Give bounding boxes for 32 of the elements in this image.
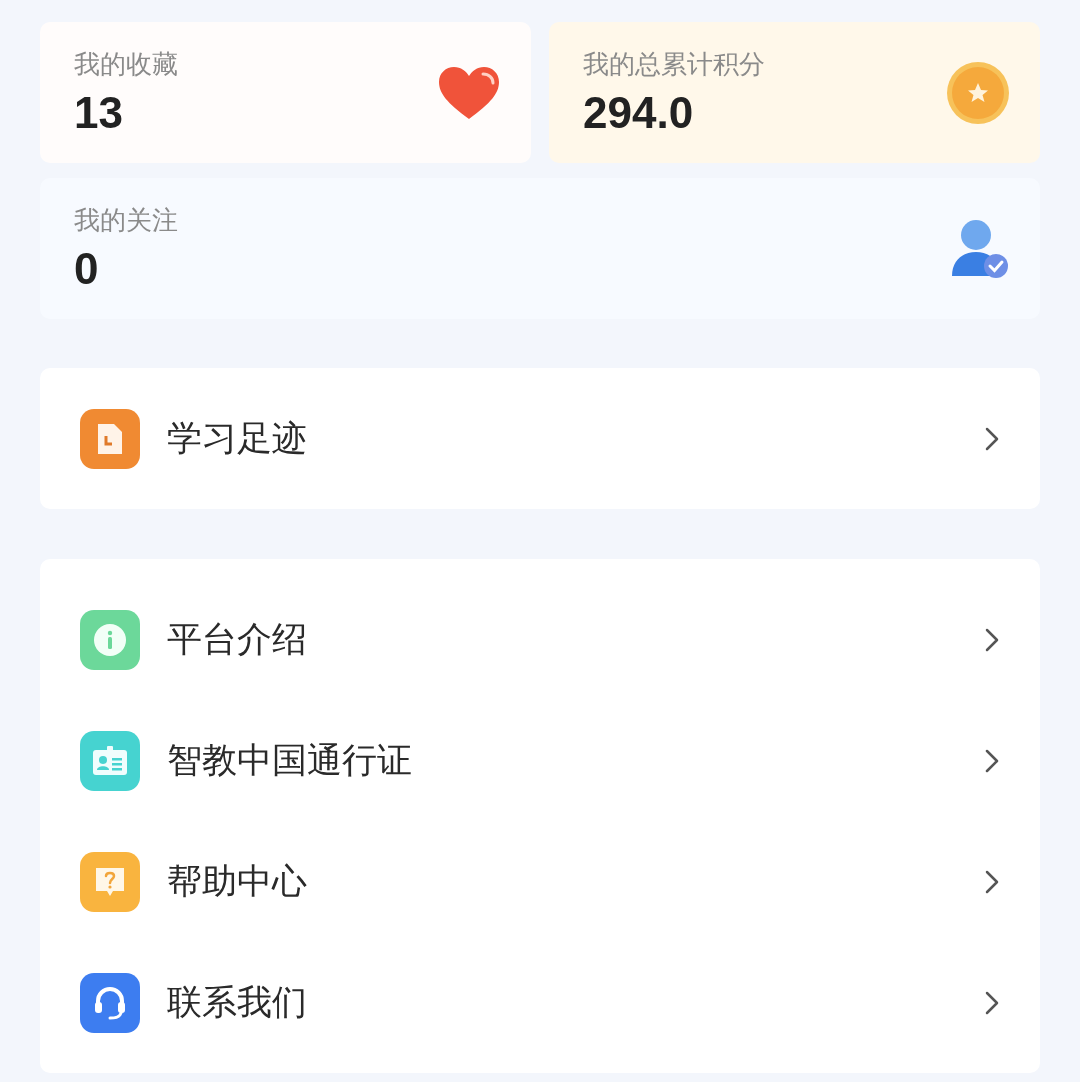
chevron-right-icon	[984, 989, 1000, 1016]
star-coin-icon	[946, 60, 1010, 125]
chevron-right-icon	[984, 425, 1000, 452]
menu-item[interactable]: 平台介绍	[80, 579, 1000, 700]
chevron-right-icon	[984, 868, 1000, 895]
stat-card[interactable]: 我的关注 0	[40, 178, 1040, 319]
document-icon	[80, 408, 140, 469]
help-bubble-icon	[80, 851, 140, 912]
headset-icon	[80, 972, 140, 1033]
chevron-right-icon	[984, 626, 1000, 653]
stat-value: 294.0	[583, 86, 695, 139]
menu-label: 学习足迹	[167, 417, 308, 461]
stat-label: 我的关注	[74, 203, 178, 237]
user-check-icon	[950, 217, 1010, 280]
menu-item[interactable]: 联系我们	[80, 942, 1000, 1063]
stat-value: 0	[74, 242, 100, 295]
heart-icon	[437, 64, 501, 121]
stat-value: 13	[74, 86, 124, 139]
menu-label: 智教中国通行证	[167, 739, 413, 783]
menu-label: 平台介绍	[167, 618, 308, 662]
stat-label: 我的总累计积分	[583, 47, 765, 81]
menu-item[interactable]: 学习足迹	[80, 378, 1000, 499]
stat-card[interactable]: 我的总累计积分 294.0	[549, 22, 1040, 163]
stat-label: 我的收藏	[74, 47, 178, 81]
menu-label: 帮助中心	[167, 860, 308, 904]
menu-label: 联系我们	[167, 981, 308, 1025]
chevron-right-icon	[984, 747, 1000, 774]
info-icon	[80, 609, 140, 670]
id-card-icon	[80, 730, 140, 791]
stat-card[interactable]: 我的收藏 13	[40, 22, 531, 163]
menu-item[interactable]: 智教中国通行证	[80, 700, 1000, 821]
menu-item[interactable]: 帮助中心	[80, 821, 1000, 942]
